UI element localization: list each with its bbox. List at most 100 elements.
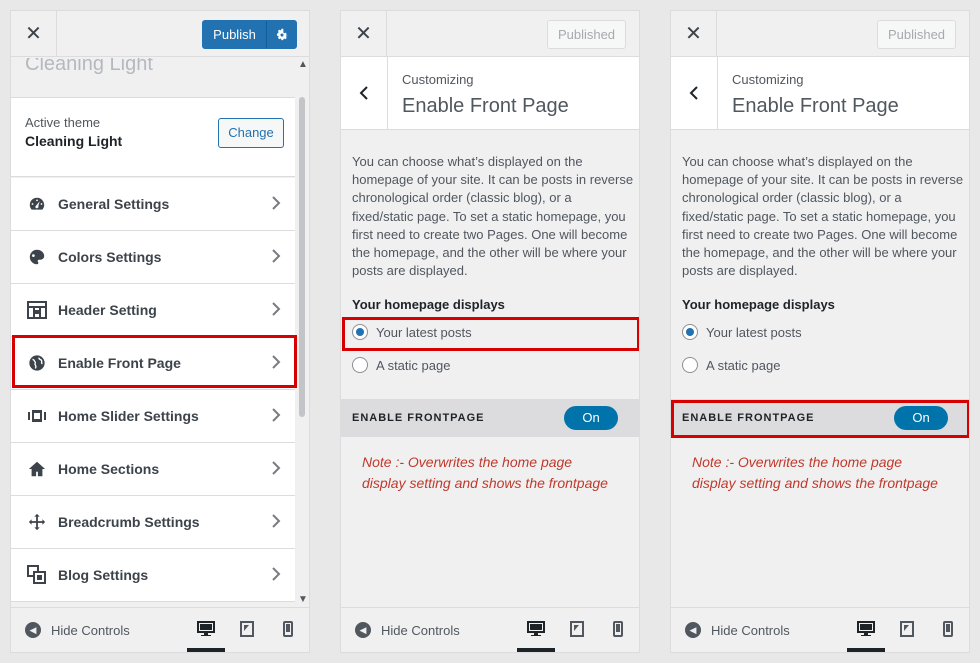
change-theme-button[interactable]: Change: [218, 118, 284, 148]
mobile-icon[interactable]: [606, 618, 630, 640]
section-header: Customizing Enable Front Page: [341, 57, 639, 130]
site-name-title: Cleaning Light: [25, 58, 153, 75]
scroll-down-icon[interactable]: ▼: [298, 594, 308, 605]
radio-label: Your latest posts: [706, 324, 802, 340]
menu-item-label: Header Setting: [58, 302, 157, 318]
radio-static-page[interactable]: A static page: [682, 357, 780, 373]
palette-icon: [27, 247, 47, 267]
gear-icon[interactable]: [267, 28, 296, 42]
published-button[interactable]: Published: [877, 20, 956, 49]
highlight-box: [342, 317, 639, 351]
menu-item-label: Home Sections: [58, 461, 160, 477]
blog-icon: [27, 565, 47, 585]
menu-item-header-setting[interactable]: Header Setting: [11, 284, 295, 337]
radio-button[interactable]: [682, 357, 698, 373]
radio-button[interactable]: [682, 324, 698, 340]
close-customizer-button[interactable]: ✕: [11, 11, 57, 56]
menu-item-home-slider-settings[interactable]: Home Slider Settings: [11, 390, 295, 443]
chevron-left-icon: [359, 86, 368, 100]
scroll-up-icon[interactable]: ▲: [298, 59, 308, 70]
publish-button[interactable]: Publish: [202, 20, 297, 49]
enable-front-page-panel: ✕ Published Customizing Enable Front Pag…: [670, 10, 970, 653]
radio-label: A static page: [376, 357, 451, 373]
chevron-right-icon: [271, 248, 281, 269]
menu-item-label: Colors Settings: [58, 249, 162, 265]
hide-controls-button[interactable]: ◀ Hide Controls: [25, 622, 130, 638]
customizer-main-panel: ✕ Publish Cleaning Light ▲ Active theme …: [10, 10, 310, 653]
arrow-left-icon: ◀: [25, 622, 41, 638]
footer-controls: ◀ Hide Controls: [341, 607, 639, 652]
menu-item-home-sections[interactable]: Home Sections: [11, 443, 295, 496]
radio-label: A static page: [706, 357, 781, 373]
section-title: Enable Front Page: [402, 95, 569, 117]
radio-latest-posts[interactable]: Your latest posts: [682, 324, 802, 340]
note-text: Note :- Overwrites the home page display…: [692, 454, 938, 491]
slides-icon: [27, 406, 47, 426]
footer-controls: ◀ Hide Controls: [11, 607, 309, 652]
dashboard-icon: [27, 194, 47, 214]
chevron-left-icon: [689, 86, 698, 100]
home-icon: [27, 459, 47, 479]
menu-item-label: Breadcrumb Settings: [58, 514, 200, 530]
hide-controls-label: Hide Controls: [381, 622, 460, 638]
close-customizer-button[interactable]: ✕: [341, 11, 387, 56]
customizing-label: Customizing: [402, 72, 474, 87]
chevron-right-icon: [271, 195, 281, 216]
mobile-icon[interactable]: [936, 618, 960, 640]
active-device-indicator: [847, 648, 885, 652]
hide-controls-label: Hide Controls: [711, 622, 790, 638]
chevron-right-icon: [271, 301, 281, 322]
menu-item-label: Home Slider Settings: [58, 408, 199, 424]
chevron-right-icon: [271, 513, 281, 534]
publish-label[interactable]: Publish: [203, 21, 267, 48]
homepage-displays-label: Your homepage displays: [682, 297, 835, 312]
active-theme-label: Active theme: [25, 115, 101, 130]
customizer-header: ✕ Publish: [11, 11, 309, 57]
chevron-right-icon: [271, 566, 281, 587]
close-customizer-button[interactable]: ✕: [671, 11, 717, 56]
radio-static-page[interactable]: A static page: [352, 357, 450, 373]
arrow-left-icon: ◀: [685, 622, 701, 638]
active-theme-section: Active theme Cleaning Light Change: [11, 97, 295, 177]
customizing-label: Customizing: [732, 72, 804, 87]
desktop-icon[interactable]: [524, 618, 548, 640]
homepage-displays-label: Your homepage displays: [352, 297, 505, 312]
menu-item-general-settings[interactable]: General Settings: [11, 178, 295, 231]
tablet-icon[interactable]: [895, 618, 919, 640]
enable-frontpage-toggle[interactable]: On: [564, 406, 618, 430]
hide-controls-button[interactable]: ◀ Hide Controls: [685, 622, 790, 638]
back-button[interactable]: [671, 57, 718, 129]
tablet-icon[interactable]: [565, 618, 589, 640]
menu-item-label: General Settings: [58, 196, 170, 212]
section-title: Enable Front Page: [732, 95, 899, 117]
menu-item-blog-settings[interactable]: Blog Settings: [11, 549, 295, 602]
active-theme-name: Cleaning Light: [25, 133, 123, 149]
note-text: Note :- Overwrites the home page display…: [362, 454, 608, 491]
published-button[interactable]: Published: [547, 20, 626, 49]
menu-item-breadcrumb-settings[interactable]: Breadcrumb Settings: [11, 496, 295, 549]
enable-frontpage-row: ENABLE FRONTPAGE On: [341, 399, 639, 437]
hide-controls-button[interactable]: ◀ Hide Controls: [355, 622, 460, 638]
menu-item-colors-settings[interactable]: Colors Settings: [11, 231, 295, 284]
radio-button[interactable]: [352, 357, 368, 373]
mobile-icon[interactable]: [276, 618, 300, 640]
arrow-left-icon: ◀: [355, 622, 371, 638]
active-device-indicator: [517, 648, 555, 652]
tablet-icon[interactable]: [235, 618, 259, 640]
desktop-icon[interactable]: [854, 618, 878, 640]
customizer-header: ✕ Published: [671, 11, 969, 57]
grid-icon: [27, 300, 47, 320]
menu-item-label: Blog Settings: [58, 567, 149, 583]
section-description: You can choose what’s displayed on the h…: [682, 154, 964, 279]
chevron-right-icon: [271, 407, 281, 428]
highlight-box: [12, 335, 297, 388]
customizer-header: ✕ Published: [341, 11, 639, 57]
chevron-right-icon: [271, 460, 281, 481]
scrollbar[interactable]: [299, 97, 305, 417]
back-button[interactable]: [341, 57, 388, 129]
customizer-menu: General Settings Colors Settings Header …: [11, 178, 295, 602]
footer-controls: ◀ Hide Controls: [671, 607, 969, 652]
enable-frontpage-label: ENABLE FRONTPAGE: [352, 412, 485, 424]
section-header: Customizing Enable Front Page: [671, 57, 969, 130]
desktop-icon[interactable]: [194, 618, 218, 640]
